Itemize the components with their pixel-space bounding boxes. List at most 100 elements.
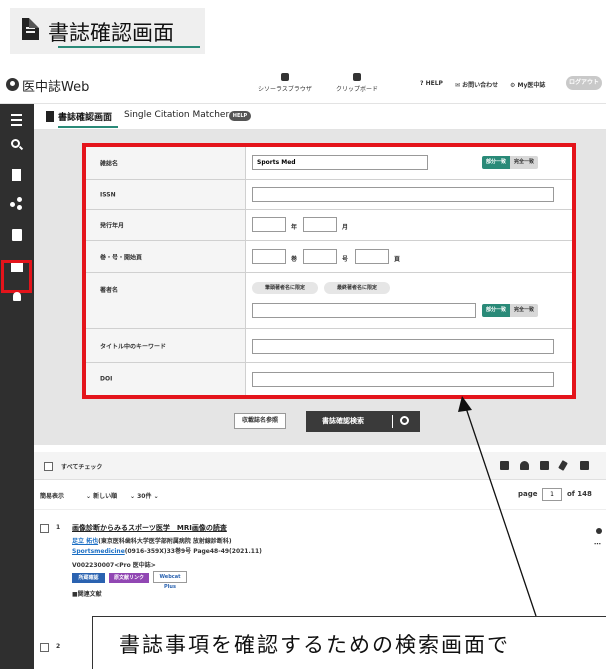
doi-row: DOI (86, 363, 572, 395)
logo-icon (6, 78, 19, 91)
doi-label-text: DOI (100, 375, 113, 383)
thesaurus-button[interactable]: シソーラスブラウザ (258, 73, 312, 93)
holdings-check-badge[interactable]: 所蔵確認 (72, 573, 105, 583)
callout-box: 書誌事項を確認するための検索画面で (92, 616, 606, 669)
sort-bar: 簡易表示 ⌄ 新しい順 ⌄ 30件 ⌄ page 1 of 148 GO > > (34, 480, 606, 510)
sort-order-select[interactable]: ⌄ 新しい順 (86, 491, 117, 500)
sidebar (0, 104, 34, 669)
author-partial-match-button[interactable]: 部分一致 (482, 304, 510, 317)
clip-icon[interactable] (558, 460, 568, 471)
sort-order-value: 新しい順 (93, 493, 118, 500)
title-underline (58, 46, 200, 48)
volume-input[interactable] (252, 249, 286, 264)
result-number: 2 (56, 643, 61, 650)
last-author-chip[interactable]: 最終著者名に限定 (324, 282, 390, 294)
issn-label-text: ISSN (100, 191, 116, 198)
search-form: 雑誌名 Sports Med 部分一致 完全一致 ISSN 発行年月 年 月 巻… (82, 143, 576, 399)
tab-single-citation-matcher[interactable]: Single Citation Matcher (124, 110, 229, 120)
issn-input[interactable] (252, 187, 554, 202)
webcat-plus-badge[interactable]: Webcat Plus (153, 571, 187, 590)
volume-label: 巻・号・開始頁 (86, 241, 246, 272)
tab-bibliography-check[interactable]: 書誌確認画面 (58, 110, 119, 128)
menu-icon[interactable] (9, 112, 25, 128)
more-icon[interactable]: ⋯ (594, 540, 601, 548)
year-input[interactable] (252, 217, 286, 232)
per-page-value: 30件 (137, 493, 152, 500)
journal-label-text: 雑誌名 (100, 160, 119, 168)
document-icon[interactable] (9, 168, 25, 184)
book-icon[interactable] (9, 228, 25, 244)
title-keyword-input[interactable] (252, 339, 554, 354)
page-heading: 書誌確認画面 (10, 8, 205, 54)
volume-label-text: 巻・号・開始頁 (100, 254, 143, 261)
author-row: 著者名 筆頭著者名に限定 最終著者名に限定 部分一致 完全一致 (86, 273, 572, 329)
tree-icon[interactable] (9, 196, 25, 212)
result-item: 1 画像診断からみるスポーツ医学 MRI画像の読査 足立 拓也(東京医科歯科大学… (34, 511, 606, 615)
document-icon (46, 111, 54, 122)
journal-exact-match-button[interactable]: 完全一致 (510, 156, 538, 169)
contact-link[interactable]: ✉ お問い合わせ (455, 80, 498, 89)
author-link[interactable]: 足立 拓也 (72, 538, 98, 545)
bibliography-search-button[interactable]: 書誌確認検索 (306, 411, 420, 432)
author-exact-match-button[interactable]: 完全一致 (510, 304, 538, 317)
page-label: page (518, 490, 538, 498)
open-book-icon[interactable] (9, 260, 25, 276)
related-docs-link[interactable]: ■関連文献 (72, 589, 102, 598)
display-mode-value: 簡易表示 (40, 493, 65, 500)
issn-row: ISSN (86, 180, 572, 210)
author-input[interactable] (252, 303, 476, 318)
search-icon[interactable] (9, 137, 25, 153)
first-author-chip[interactable]: 筆頭著者名に限定 (252, 282, 318, 294)
search-icon (400, 416, 409, 425)
page-input[interactable] (355, 249, 389, 264)
journal-input[interactable]: Sports Med (252, 155, 428, 170)
result-checkbox[interactable] (40, 524, 49, 533)
mail-icon[interactable] (540, 461, 549, 470)
month-unit: 月 (342, 224, 349, 231)
check-all-checkbox[interactable] (44, 462, 53, 471)
date-label-text: 発行年月 (100, 222, 125, 230)
page-number-input[interactable]: 1 (542, 488, 562, 501)
clipboard-icon (353, 73, 361, 81)
export-icon[interactable] (580, 461, 589, 470)
app-header: 医中誌Web シソーラスブラウザ クリップボード ? HELP ✉ お問い合わせ… (0, 66, 606, 104)
help-pill[interactable]: HELP (229, 111, 251, 121)
my-link[interactable]: ⚙ My医中誌 (510, 80, 545, 89)
page-unit: 頁 (394, 256, 401, 263)
total-pages: of 148 (567, 490, 592, 498)
bell-icon[interactable] (9, 290, 25, 306)
title-keyword-row: タイトル中のキーワード (86, 329, 572, 363)
per-page-select[interactable]: ⌄ 30件 ⌄ (130, 491, 159, 500)
help-label: HELP (425, 80, 443, 87)
fulltext-link-badge[interactable]: 原文献リンク (109, 573, 149, 583)
result-title[interactable]: 画像診断からみるスポーツ医学 MRI画像の読査 (72, 523, 227, 533)
print-icon[interactable] (500, 461, 509, 470)
month-input[interactable] (303, 217, 337, 232)
author-affiliation: (東京医科歯科大学医学部附属病院 放射線診断科) (98, 538, 232, 545)
display-mode-select[interactable]: 簡易表示 (40, 491, 64, 500)
clipboard-button[interactable]: クリップボード (336, 73, 378, 93)
screen: 書誌確認画面 医中誌Web シソーラスブラウザ クリップボード ? HELP ✉… (0, 0, 606, 669)
logout-button[interactable]: ログアウト (566, 76, 602, 90)
date-row: 発行年月 年 月 (86, 210, 572, 241)
help-link[interactable]: ? HELP (420, 80, 443, 87)
journal-partial-match-button[interactable]: 部分一致 (482, 156, 510, 169)
year-unit: 年 (291, 224, 298, 231)
journal-list-button[interactable]: 収載誌名参照 (234, 413, 286, 429)
title-keyword-label-text: タイトル中のキーワード (100, 343, 167, 350)
search-button-label: 書誌確認検索 (322, 417, 364, 425)
issue-unit: 号 (342, 256, 349, 263)
results-toolbar: すべてチェック (34, 452, 606, 480)
journal-link[interactable]: Sportsmedicine (72, 548, 125, 555)
issn-label: ISSN (86, 180, 246, 209)
download-icon[interactable] (520, 461, 529, 470)
document-id: V002230007<Pro 医中誌> (72, 562, 156, 569)
journal-row: 雑誌名 Sports Med 部分一致 完全一致 (86, 147, 572, 180)
doi-input[interactable] (252, 372, 554, 387)
result-number: 1 (56, 524, 61, 531)
app-logo[interactable]: 医中誌Web (22, 76, 89, 95)
title-keyword-label: タイトル中のキーワード (86, 329, 246, 362)
issue-input[interactable] (303, 249, 337, 264)
result-checkbox[interactable] (40, 643, 49, 652)
share-icon[interactable] (596, 528, 602, 534)
